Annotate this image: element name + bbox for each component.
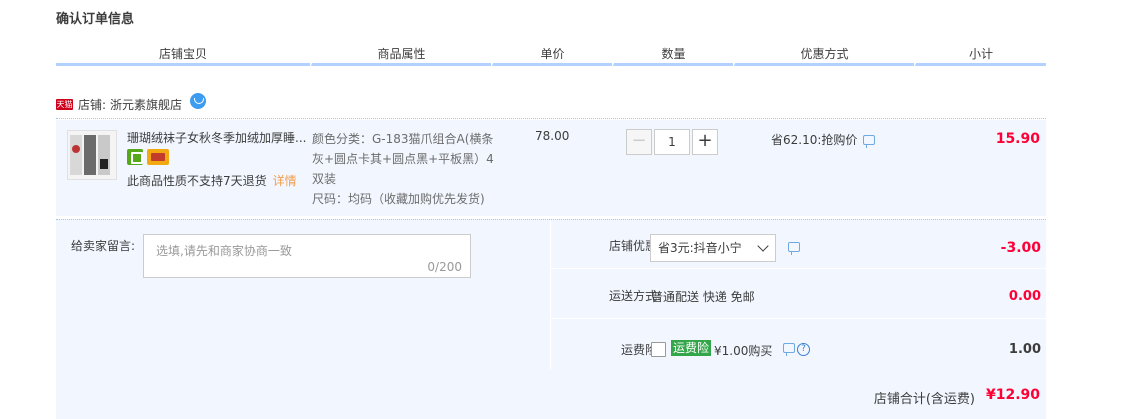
product-title-link[interactable]: 珊瑚绒袜子女秋冬季加绒加厚睡... [127,129,307,146]
shop-discount-info-icon[interactable] [788,242,800,255]
insurance-price: ¥1.00购买 [714,344,773,358]
product-thumbnail[interactable] [67,130,117,180]
quantity-decrease-button[interactable]: − [626,129,652,155]
shop-name-link[interactable]: 浙元素旗舰店 [110,96,182,113]
shop-total-amount: ¥12.90 [985,387,1040,403]
shop-discount-select[interactable]: 省3元:抖音小宁 [650,234,776,262]
guarantee-icon[interactable] [127,149,143,165]
item-subtotal: 15.90 [995,131,1040,147]
attr-color: 颜色分类：G-183猫爪组合A(横条灰+圆点卡其+圆点黑+平板黑）4双装 [312,132,494,186]
column-header-price: 单价 [492,46,612,66]
shipping-amount: 0.00 [1008,289,1041,304]
shop-label: 店铺: [78,97,107,112]
return-policy-text: 此商品性质不支持7天退货 [127,174,267,188]
item-discount-text: 省62.10:抢购价 [771,133,858,147]
unit-price: 78.00 [535,129,570,143]
insurance-chat-icon[interactable] [783,343,795,356]
quantity-increase-button[interactable]: + [692,129,718,155]
message-label: 给卖家留言: [71,239,136,253]
shipping-row: 运送方式: 普通配送 快递 免邮 0.00 [551,270,1047,319]
order-item-row: 珊瑚绒袜子女秋冬季加绒加厚睡... 此商品性质不支持7天退货 详情 颜色分类：G-… [56,120,1046,216]
insurance-checkbox[interactable] [651,342,666,357]
message-placeholder: 选填,请先和商家协商一致 [156,244,292,258]
shop-discount-amount: -3.00 [1000,240,1041,256]
divider [56,118,1046,119]
page-title: 确认订单信息 [56,12,135,27]
chevron-down-icon [757,240,769,252]
attr-size: 尺码：均码（收藏加购优先发货) [312,192,485,206]
return-policy-note: 此商品性质不支持7天退货 详情 [127,172,297,189]
order-options-panel: 店铺优惠: 省3元:抖音小宁 -3.00 运送方式: 普通配送 快递 免邮 0.… [550,220,1047,370]
insurance-row: 运费险: 运费险 ¥1.00购买 ? 1.00 [551,320,1047,369]
column-header-discount: 优惠方式 [734,46,914,66]
shop-total-label: 店铺合计(含运费) [873,392,975,407]
column-headers: 店铺宝贝 商品属性 单价 数量 优惠方式 小计 [56,46,1046,66]
shop-header: 天猫 店铺: 浙元素旗舰店 [56,93,207,113]
help-icon[interactable]: ? [797,343,810,356]
message-char-count: 0/200 [427,260,462,274]
column-header-attrs: 商品属性 [311,46,491,66]
return-policy-details-link[interactable]: 详情 [273,174,297,188]
credit-card-icon[interactable] [147,149,169,165]
wangwang-chat-icon[interactable] [190,93,207,109]
shop-total-row: 店铺合计(含运费) ¥12.90 [56,371,1046,419]
quantity-stepper: − 1 + [626,129,718,155]
service-icons [127,149,169,165]
column-header-subtotal: 小计 [915,46,1046,66]
order-extras: 给卖家留言: 选填,请先和商家协商一致 0/200 店铺优惠: 省3元:抖音小宁… [56,219,1047,419]
tmall-badge-icon: 天猫 [56,98,73,110]
insurance-amount: 1.00 [1008,342,1041,357]
seller-message-textarea[interactable]: 选填,请先和商家协商一致 0/200 [143,234,471,278]
product-attributes: 颜色分类：G-183猫爪组合A(横条灰+圆点卡其+圆点黑+平板黑）4双装 尺码：… [312,129,494,209]
quantity-input[interactable]: 1 [654,129,690,155]
discount-info-icon[interactable] [863,134,876,148]
column-header-item: 店铺宝贝 [56,46,310,66]
shop-discount-row: 店铺优惠: 省3元:抖音小宁 -3.00 [551,220,1047,269]
column-header-quantity: 数量 [613,46,733,66]
shipping-method: 普通配送 快递 免邮 [651,290,755,304]
shop-discount-value: 省3元:抖音小宁 [658,241,742,255]
insurance-badge: 运费险 [671,340,712,356]
item-discount: 省62.10:抢购价 [771,131,876,148]
